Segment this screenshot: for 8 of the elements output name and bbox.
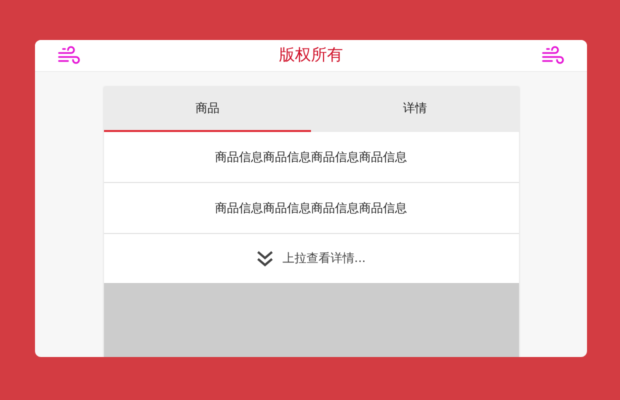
wind-icon xyxy=(57,46,81,66)
pull-hint: 上拉查看详情... xyxy=(282,250,366,267)
double-chevron-icon xyxy=(256,250,274,268)
page-title: 版权所有 xyxy=(279,45,343,66)
wind-icon xyxy=(541,46,565,66)
tab[interactable]: 详情 xyxy=(311,87,518,132)
list-item: 商品信息商品信息商品信息商品信息 xyxy=(104,132,518,183)
list-item: 商品信息商品信息商品信息商品信息 xyxy=(104,183,518,234)
